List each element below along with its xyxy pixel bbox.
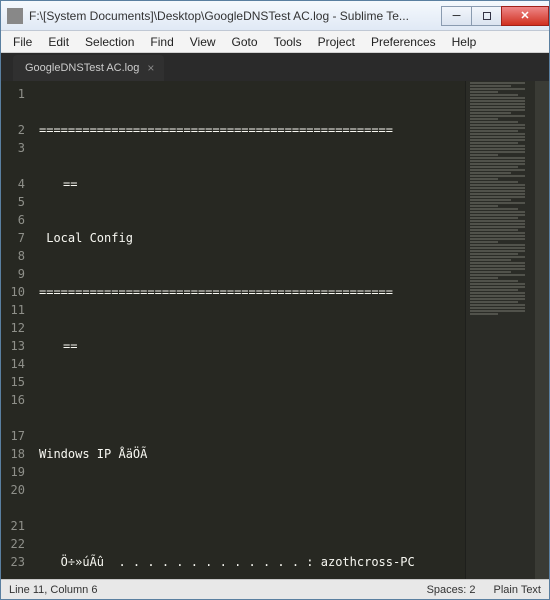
window-title: F:\[System Documents]\Desktop\GoogleDNST… [29, 9, 441, 23]
tab-close-icon[interactable]: × [147, 61, 154, 75]
menu-preferences[interactable]: Preferences [363, 33, 444, 51]
code-area[interactable]: ========================================… [33, 81, 465, 579]
code-line: Windows IP ÅäÖÃ [39, 445, 465, 463]
line-number-gutter: 1 23 45678910111213141516 17181920 21222… [1, 81, 33, 579]
menu-edit[interactable]: Edit [40, 33, 77, 51]
code-line: ========================================… [39, 283, 465, 301]
code-line: Ö÷»úÃû . . . . . . . . . . . . . : azoth… [39, 553, 465, 571]
menu-help[interactable]: Help [444, 33, 485, 51]
minimize-button[interactable]: ─ [441, 6, 471, 26]
menu-project[interactable]: Project [310, 33, 363, 51]
code-line: ========================================… [39, 121, 465, 139]
status-syntax[interactable]: Plain Text [494, 584, 542, 596]
menu-goto[interactable]: Goto [224, 33, 266, 51]
tab-label: GoogleDNSTest AC.log [25, 62, 139, 74]
status-bar: Line 11, Column 6 Spaces: 2 Plain Text [1, 579, 549, 599]
status-indent[interactable]: Spaces: 2 [427, 584, 476, 596]
code-line: == [39, 337, 465, 355]
menu-file[interactable]: File [5, 33, 40, 51]
code-line: == [39, 175, 465, 193]
status-cursor-position[interactable]: Line 11, Column 6 [9, 584, 97, 596]
maximize-button[interactable] [471, 6, 501, 26]
code-line [39, 391, 465, 409]
window-buttons: ─ ✕ [441, 6, 549, 26]
minimap[interactable] [465, 81, 535, 579]
app-icon [7, 8, 23, 24]
menu-view[interactable]: View [182, 33, 224, 51]
menu-bar: File Edit Selection Find View Goto Tools… [1, 31, 549, 53]
menu-find[interactable]: Find [142, 33, 181, 51]
code-line [39, 499, 465, 517]
code-line: Local Config [39, 229, 465, 247]
menu-selection[interactable]: Selection [77, 33, 142, 51]
title-bar[interactable]: F:\[System Documents]\Desktop\GoogleDNST… [1, 1, 549, 31]
vertical-scrollbar[interactable] [535, 81, 549, 579]
menu-tools[interactable]: Tools [266, 33, 310, 51]
tab-strip: GoogleDNSTest AC.log × [1, 53, 549, 81]
tab-active[interactable]: GoogleDNSTest AC.log × [13, 55, 164, 81]
close-button[interactable]: ✕ [501, 6, 549, 26]
app-window: F:\[System Documents]\Desktop\GoogleDNST… [0, 0, 550, 600]
editor-pane[interactable]: 1 23 45678910111213141516 17181920 21222… [1, 81, 549, 579]
